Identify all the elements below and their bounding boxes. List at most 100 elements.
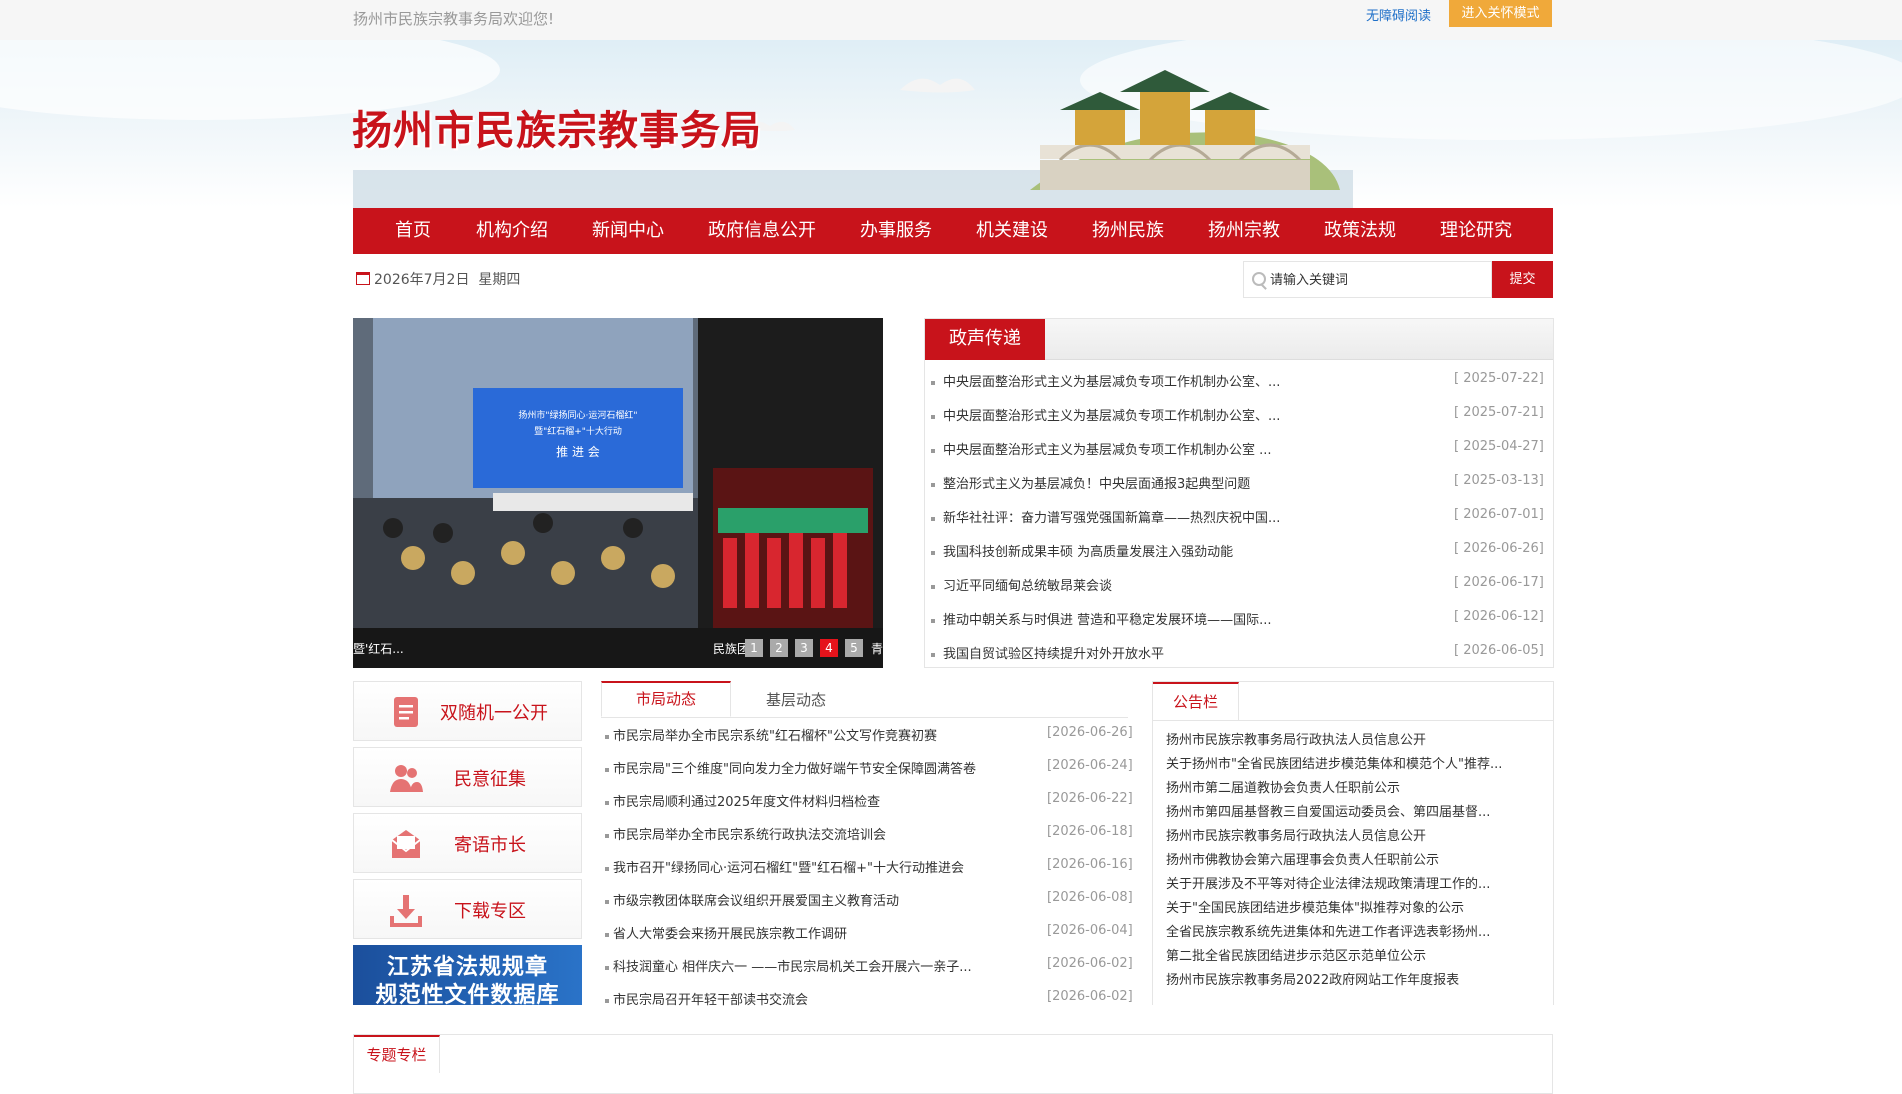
notice-item[interactable]: 全省民族宗教系统先进集体和先进工作者评选表彰扬州... [1166, 921, 1490, 940]
nav-news[interactable]: 新闻中心 [592, 208, 664, 254]
care-mode-button[interactable]: 进入关怀模式 [1449, 0, 1552, 27]
news-item[interactable]: 新华社社评：奋力谱写强党强国新篇章——热烈庆祝中国... [931, 507, 1280, 526]
notice-item[interactable]: 扬州市民族宗教事务局行政执法人员信息公开 [1166, 729, 1426, 748]
slide-banner-line-1: 扬州市"绿扬同心·运河石榴红" [518, 409, 637, 421]
quick-link-label: 下载专区 [454, 901, 526, 922]
news-item[interactable]: 我国自贸试验区持续提升对外开放水平 [931, 643, 1164, 662]
city-news-item[interactable]: 市民宗局"三个维度"同向发力全力做好端午节安全保障圆满答卷 [605, 758, 976, 777]
news-date: [ 2026-06-12] [1454, 609, 1544, 624]
news-item[interactable]: 习近平同缅甸总统敏昂莱会谈 [931, 575, 1112, 594]
policy-news-header: 政声传递 [925, 319, 1553, 360]
site-title: 扬州市民族宗教事务局 [352, 108, 762, 154]
slide-banner-line-2: 暨"红石榴+"十大行动 [534, 425, 622, 437]
slider-dot-3[interactable]: 3 [795, 639, 813, 657]
download-icon [390, 895, 422, 927]
nav-services[interactable]: 办事服务 [860, 208, 932, 254]
news-item[interactable]: 中央层面整治形式主义为基层减负专项工作机制办公室、... [931, 405, 1280, 424]
photo-slider[interactable]: 扬州市"绿扬同心·运河石榴红" 暨"红石榴+"十大行动 推 进 会 暨'红石..… [353, 318, 883, 668]
quick-link-public-opinion[interactable]: 民意征集 [353, 747, 582, 807]
city-news-item[interactable]: 省人大常委会来扬开展民族宗教工作调研 [605, 923, 847, 942]
date-text: 2026年7月2日 [374, 272, 470, 288]
city-news-item[interactable]: 市级宗教团体联席会议组织开展爱国主义教育活动 [605, 890, 899, 909]
city-news-item[interactable]: 科技润童心 相伴庆六一 ——市民宗局机关工会开展六一亲子... [605, 956, 972, 975]
calendar-icon [356, 272, 370, 285]
slide-caption-edge: 青 [871, 642, 883, 656]
city-news-date: [2026-06-02] [1047, 989, 1133, 1004]
nav-religion[interactable]: 扬州宗教 [1208, 208, 1280, 254]
city-news-item[interactable]: 市民宗局召开年轻干部读书交流会 [605, 989, 808, 1008]
notice-item[interactable]: 扬州市第二届道教协会负责人任职前公示 [1166, 777, 1400, 796]
notice-board-panel: 公告栏 扬州市民族宗教事务局行政执法人员信息公开 关于扬州市"全省民族团结进步模… [1152, 681, 1554, 1005]
date-display: 2026年7月2日 星期四 [356, 269, 520, 289]
tab-city-news[interactable]: 市局动态 [601, 681, 731, 717]
city-news-item[interactable]: 我市召开"绿扬同心·运河石榴红"暨"红石榴+"十大行动推进会 [605, 857, 964, 876]
city-news-tabs: 市局动态 基层动态 [601, 681, 1128, 718]
notice-item[interactable]: 扬州市第四届基督教三自爱国运动委员会、第四届基督... [1166, 801, 1490, 820]
city-news-date: [2026-06-24] [1047, 758, 1133, 773]
nav-gov-info[interactable]: 政府信息公开 [708, 208, 816, 254]
city-news-date: [2026-06-22] [1047, 791, 1133, 806]
nav-home[interactable]: 首页 [395, 208, 431, 254]
quick-link-downloads[interactable]: 下载专区 [353, 879, 582, 939]
news-item[interactable]: 我国科技创新成果丰硕 为高质量发展注入强劲动能 [931, 541, 1233, 560]
search-submit-button[interactable]: 提交 [1492, 261, 1553, 298]
nav-ethnic[interactable]: 扬州民族 [1092, 208, 1164, 254]
slider-dot-1[interactable]: 1 [745, 639, 763, 657]
nav-about[interactable]: 机构介绍 [476, 208, 548, 254]
city-news-item[interactable]: 市民宗局顺利通过2025年度文件材料归档检查 [605, 791, 880, 810]
slider-dot-5[interactable]: 5 [845, 639, 863, 657]
tab-policy-news[interactable]: 政声传递 [925, 319, 1045, 360]
tab-grassroots-news[interactable]: 基层动态 [766, 689, 826, 710]
news-item[interactable]: 推动中朝关系与时俱进 营造和平稳定发展环境——国际... [931, 609, 1272, 628]
document-icon [394, 697, 418, 727]
slider-photo: 扬州市"绿扬同心·运河石榴红" 暨"红石榴+"十大行动 推 进 会 [353, 318, 883, 628]
city-news-item[interactable]: 市民宗局举办全市民宗系统"红石榴杯"公文写作竞赛初赛 [605, 725, 937, 744]
law-database-banner[interactable]: 江苏省法规规章 规范性文件数据库 [353, 945, 582, 1008]
news-item[interactable]: 中央层面整治形式主义为基层减负专项工作机制办公室 ... [931, 439, 1272, 458]
news-date: [ 2026-07-01] [1454, 507, 1544, 522]
tab-special-topics[interactable]: 专题专栏 [354, 1035, 440, 1073]
notice-item[interactable]: 关于"全国民族团结进步模范集体"拟推荐对象的公示 [1166, 897, 1464, 916]
notice-item[interactable]: 第二批全省民族团结进步示范区示范单位公示 [1166, 945, 1426, 964]
tab-notice-board[interactable]: 公告栏 [1153, 682, 1239, 720]
welcome-text: 扬州市民族宗教事务局欢迎您! [353, 10, 555, 28]
slide-caption-left: 暨'红石... [353, 642, 404, 656]
news-date: [ 2026-06-17] [1454, 575, 1544, 590]
slider-dot-4[interactable]: 4 [820, 639, 838, 657]
top-bar: 扬州市民族宗教事务局欢迎您! 无障碍阅读 进入关怀模式 [0, 0, 1902, 40]
slider-dot-2[interactable]: 2 [770, 639, 788, 657]
search-icon [1252, 272, 1266, 286]
notice-item[interactable]: 关于开展涉及不平等对待企业法律法规政策清理工作的... [1166, 873, 1490, 892]
search-input[interactable] [1270, 270, 1480, 290]
news-date: [ 2026-06-05] [1454, 643, 1544, 658]
nav-policy[interactable]: 政策法规 [1324, 208, 1396, 254]
mail-icon [391, 830, 421, 858]
nav-party-building[interactable]: 机关建设 [976, 208, 1048, 254]
main-nav: 首页 机构介绍 新闻中心 政府信息公开 办事服务 机关建设 扬州民族 扬州宗教 … [353, 208, 1553, 254]
policy-news-panel: 政声传递 中央层面整治形式主义为基层减负专项工作机制办公室、... [ 2025… [924, 318, 1554, 668]
slide-banner-line-3: 推 进 会 [556, 445, 600, 459]
notice-item[interactable]: 扬州市佛教协会第六届理事会负责人任职前公示 [1166, 849, 1439, 868]
city-news-item[interactable]: 市民宗局举办全市民宗系统行政执法交流培训会 [605, 824, 886, 843]
news-item[interactable]: 整治形式主义为基层减负！中央层面通报3起典型问题 [931, 473, 1250, 492]
news-date: [ 2025-07-22] [1454, 371, 1544, 386]
notice-item[interactable]: 扬州市民族宗教事务局行政执法人员信息公开 [1166, 825, 1426, 844]
notice-item[interactable]: 扬州市民族宗教事务局2022政府网站工作年度报表 [1166, 969, 1459, 988]
news-item[interactable]: 中央层面整治形式主义为基层减负专项工作机制办公室、... [931, 371, 1280, 390]
news-date: [ 2025-03-13] [1454, 473, 1544, 488]
notice-item[interactable]: 关于扬州市"全省民族团结进步模范集体和模范个人"推荐... [1166, 753, 1502, 772]
header-banner: 扬州市民族宗教事务局 [0, 40, 1902, 208]
users-icon [390, 765, 423, 792]
accessible-reading-link[interactable]: 无障碍阅读 [1366, 5, 1431, 24]
nav-theory[interactable]: 理论研究 [1440, 208, 1512, 254]
weekday-text: 星期四 [478, 272, 521, 288]
quick-link-random-inspection[interactable]: 双随机一公开 [353, 681, 582, 741]
banner-illustration [0, 40, 1902, 208]
news-date: [ 2025-07-21] [1454, 405, 1544, 420]
slider-caption: 暨'红石... 民族团 1 2 3 4 5 青 [353, 628, 883, 668]
city-news-panel: 市局动态 基层动态 市民宗局举办全市民宗系统"红石榴杯"公文写作竞赛初赛 [20… [601, 681, 1133, 1008]
news-date: [ 2026-06-26] [1454, 541, 1544, 556]
quick-link-mayor-mailbox[interactable]: 寄语市长 [353, 813, 582, 873]
special-topics-panel: 专题专栏 [353, 1034, 1553, 1094]
city-news-date: [2026-06-18] [1047, 824, 1133, 839]
